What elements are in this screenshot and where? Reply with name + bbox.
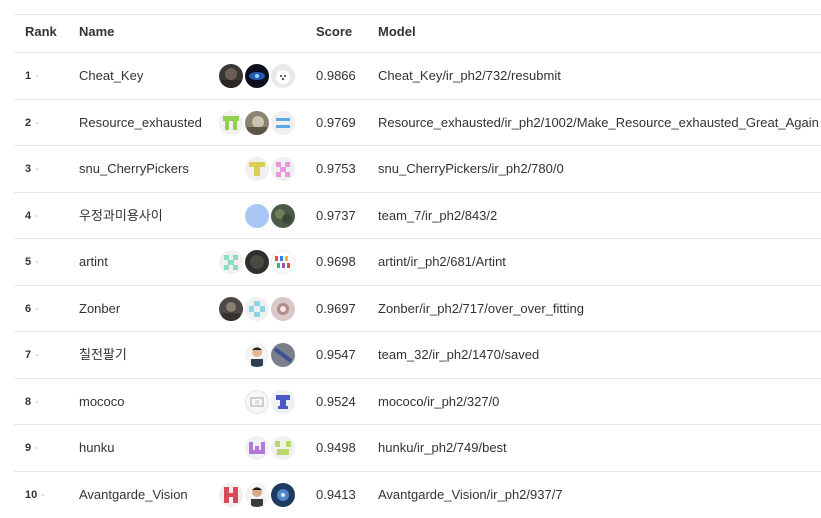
model-path: artint/ir_ph2/681/Artint — [378, 254, 506, 269]
table-row: 5- artint 0.9698 artint/ir_ph2/681/Artin… — [0, 239, 821, 285]
header-score: Score — [316, 24, 353, 39]
gray-identicon-avatar[interactable] — [245, 390, 269, 414]
team-name[interactable]: 우정과미용사이 — [79, 193, 163, 239]
score-value: 0.9498 — [316, 440, 356, 455]
lime-identicon-avatar[interactable] — [271, 436, 295, 460]
table-row: 4- 우정과미용사이 0.9737 team_7/ir_ph2/843/2 — [0, 193, 821, 239]
table-row: 2- Resource_exhausted 0.9769 Resource_ex… — [0, 100, 821, 146]
table-row: 10- Avantgarde_Vision 0.9413 Avantgarde_… — [0, 472, 821, 518]
score-value: 0.9413 — [316, 487, 356, 502]
nature-photo-avatar[interactable] — [271, 204, 295, 228]
model-path: Resource_exhausted/ir_ph2/1002/Make_Reso… — [378, 115, 819, 130]
rank-cell: 7- — [25, 349, 39, 361]
red-identicon-avatar[interactable] — [219, 483, 243, 507]
model-path: Cheat_Key/ir_ph2/732/resubmit — [378, 68, 561, 83]
white-dog-avatar[interactable] — [271, 64, 295, 88]
team-name[interactable]: snu_CherryPickers — [79, 146, 189, 192]
header-model: Model — [378, 24, 416, 39]
score-value: 0.9769 — [316, 115, 356, 130]
team-name[interactable]: hunku — [79, 425, 114, 471]
rank-cell: 1- — [25, 70, 39, 82]
person-photo-avatar[interactable] — [245, 483, 269, 507]
photo-avatar[interactable] — [271, 297, 295, 321]
dark-photo-avatar[interactable] — [245, 250, 269, 274]
table-row: 7- 칠전팔기 0.9547 team_32/ir_ph2/1470/saved — [0, 332, 821, 378]
light-blue-avatar[interactable] — [245, 204, 269, 228]
dark-blue-glow-avatar[interactable] — [245, 64, 269, 88]
model-path: Avantgarde_Vision/ir_ph2/937/7 — [378, 487, 563, 502]
model-path: snu_CherryPickers/ir_ph2/780/0 — [378, 161, 564, 176]
team-name[interactable]: 칠전팔기 — [79, 332, 127, 378]
table-row: 6- Zonber 0.9697 Zonber/ir_ph2/717/over_… — [0, 286, 821, 332]
purple-identicon-avatar[interactable] — [245, 436, 269, 460]
header-name: Name — [79, 24, 115, 39]
gray-slash-avatar[interactable] — [271, 343, 295, 367]
blue-identicon-avatar[interactable] — [271, 111, 295, 135]
rank-cell: 8- — [25, 396, 39, 408]
teal-identicon-avatar[interactable] — [245, 297, 269, 321]
rank-cell: 2- — [25, 117, 39, 129]
model-path: team_7/ir_ph2/843/2 — [378, 208, 498, 223]
leaderboard: Rank Name Score Model 1- Cheat_Key 0.986… — [0, 0, 821, 515]
person-photo-avatar[interactable] — [245, 343, 269, 367]
table-row: 1- Cheat_Key 0.9866 Cheat_Key/ir_ph2/732… — [0, 53, 821, 99]
score-value: 0.9547 — [316, 347, 356, 362]
table-row: 8- mococo 0.9524 mococo/ir_ph2/327/0 — [0, 379, 821, 425]
rank-cell: 9- — [25, 442, 39, 454]
dark-photo-avatar[interactable] — [219, 64, 243, 88]
team-name[interactable]: mococo — [79, 379, 125, 425]
pink-identicon-avatar[interactable] — [271, 157, 295, 181]
artint-logo-avatar[interactable] — [271, 250, 295, 274]
indigo-identicon-avatar[interactable] — [271, 390, 295, 414]
score-value: 0.9753 — [316, 161, 356, 176]
model-path: team_32/ir_ph2/1470/saved — [378, 347, 540, 362]
team-name[interactable]: Cheat_Key — [79, 53, 143, 99]
table-row: 9- hunku 0.9498 hunku/ir_ph2/749/best — [0, 425, 821, 471]
header-rank: Rank — [25, 24, 57, 39]
rank-cell: 6- — [25, 303, 39, 315]
team-name[interactable]: Resource_exhausted — [79, 100, 202, 146]
model-path: hunku/ir_ph2/749/best — [378, 440, 507, 455]
rank-cell: 3- — [25, 163, 39, 175]
rank-cell: 4- — [25, 210, 39, 222]
score-value: 0.9697 — [316, 301, 356, 316]
photo-avatar[interactable] — [219, 297, 243, 321]
photo-avatar[interactable] — [245, 111, 269, 135]
score-value: 0.9737 — [316, 208, 356, 223]
top-divider — [14, 14, 821, 15]
model-path: mococo/ir_ph2/327/0 — [378, 394, 500, 409]
rank-cell: 10- — [25, 489, 45, 501]
team-name[interactable]: Zonber — [79, 286, 120, 332]
score-value: 0.9698 — [316, 254, 356, 269]
teal-identicon-avatar[interactable] — [219, 250, 243, 274]
model-path: Zonber/ir_ph2/717/over_over_fitting — [378, 301, 584, 316]
score-value: 0.9866 — [316, 68, 356, 83]
team-name[interactable]: artint — [79, 239, 108, 285]
green-identicon-avatar[interactable] — [219, 111, 243, 135]
rank-cell: 5- — [25, 256, 39, 268]
score-value: 0.9524 — [316, 394, 356, 409]
yellow-identicon-avatar[interactable] — [245, 157, 269, 181]
team-name[interactable]: Avantgarde_Vision — [79, 472, 188, 518]
blue-photo-avatar[interactable] — [271, 483, 295, 507]
table-row: 3- snu_CherryPickers 0.9753 snu_CherryPi… — [0, 146, 821, 192]
